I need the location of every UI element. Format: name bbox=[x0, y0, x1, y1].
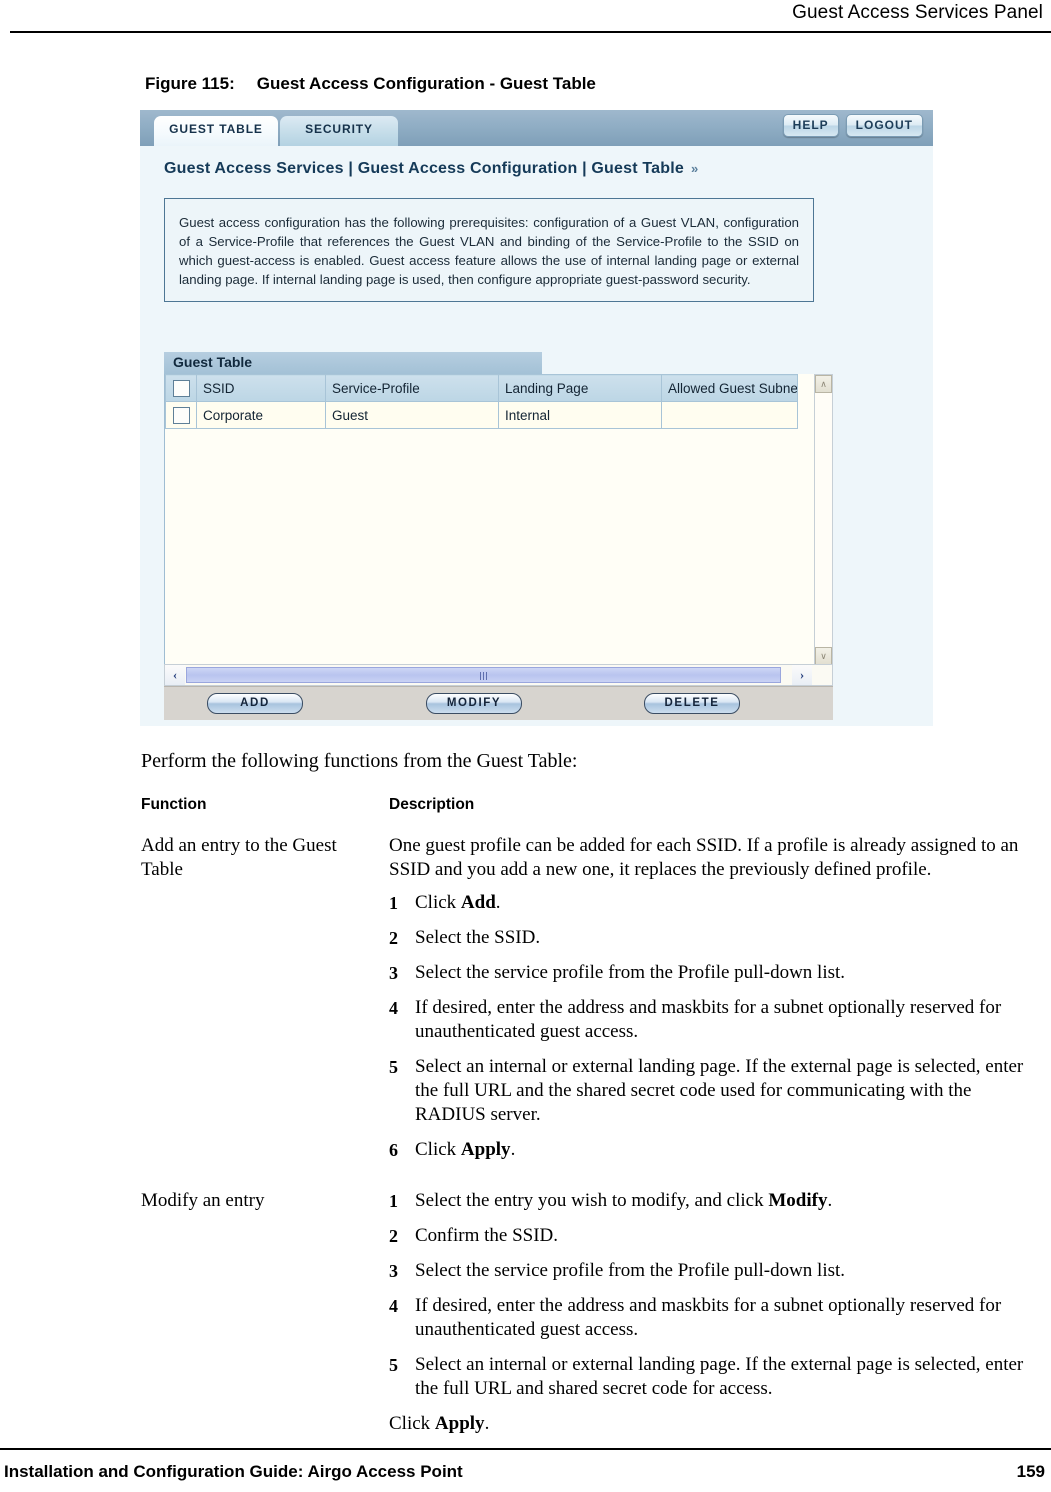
add-entry-intro: One guest profile can be added for each … bbox=[389, 835, 1019, 880]
page-running-head: Guest Access Services Panel bbox=[0, 0, 1051, 34]
functions-row-add-entry: Add an entry to the Guest Table One gues… bbox=[141, 834, 1041, 1173]
prerequisites-info-box: Guest access configuration has the follo… bbox=[164, 198, 814, 302]
function-description-modify-entry: Select the entry you wish to modify, and… bbox=[389, 1189, 1041, 1436]
column-header-landing-page: Landing Page bbox=[498, 374, 662, 402]
list-item: Select an internal or external landing p… bbox=[389, 1055, 1024, 1125]
header-function: Function bbox=[141, 796, 207, 813]
header-divider bbox=[10, 31, 1051, 33]
cell-service-profile: Guest bbox=[325, 401, 499, 429]
column-header-allowed-guest-subnet: Allowed Guest Subnet bbox=[661, 374, 798, 402]
list-item: Select an internal or external landing p… bbox=[389, 1353, 1024, 1399]
scroll-left-arrow-icon[interactable]: ‹ bbox=[165, 665, 185, 685]
list-item: Click Add. bbox=[389, 891, 501, 915]
list-item: Select the SSID. bbox=[389, 926, 541, 950]
double-chevron-right-icon: » bbox=[691, 161, 698, 176]
footer-guide-title: Installation and Configuration Guide: Ai… bbox=[4, 1462, 463, 1481]
horizontal-scroll-thumb[interactable] bbox=[186, 667, 781, 683]
step-emphasis-add: Add bbox=[460, 892, 496, 913]
trailing-emphasis-apply: Apply bbox=[434, 1413, 485, 1434]
footer-divider bbox=[0, 1448, 1051, 1450]
table-row[interactable]: Corporate Guest Internal bbox=[165, 401, 798, 429]
modify-button[interactable]: MODIFY bbox=[426, 693, 522, 714]
functions-row-modify-entry: Modify an entry Select the entry you wis… bbox=[141, 1189, 1041, 1436]
figure-number: Figure 115: bbox=[145, 74, 235, 93]
app-top-buttons: HELP LOGOUT bbox=[782, 114, 923, 137]
horizontal-scrollbar[interactable]: ‹ › bbox=[164, 664, 833, 686]
modify-entry-trailing-line: Click Apply. bbox=[389, 1413, 490, 1434]
function-name-add-entry: Add an entry to the Guest Table bbox=[141, 835, 337, 880]
add-entry-steps: Click Add. Select the SSID. Select the s… bbox=[389, 891, 1041, 1162]
help-button[interactable]: HELP bbox=[782, 114, 839, 137]
add-button[interactable]: ADD bbox=[207, 693, 303, 714]
scroll-thumb-grip-icon bbox=[479, 672, 488, 680]
action-button-bar: ADD MODIFY DELETE bbox=[164, 686, 833, 720]
guest-access-panel-screenshot: GUEST TABLE SECURITY HELP LOGOUT Guest A… bbox=[140, 110, 933, 726]
row-select-cell[interactable] bbox=[165, 401, 197, 429]
breadcrumb: Guest Access Services | Guest Access Con… bbox=[164, 160, 698, 178]
modify-entry-steps: Select the entry you wish to modify, and… bbox=[389, 1189, 1041, 1401]
tab-guest-table[interactable]: GUEST TABLE bbox=[154, 116, 278, 146]
functions-table-header: Function Description bbox=[141, 796, 1041, 814]
select-all-checkbox[interactable] bbox=[172, 379, 190, 397]
function-description-add-entry: One guest profile can be added for each … bbox=[389, 834, 1041, 1173]
app-tab-bar: GUEST TABLE SECURITY HELP LOGOUT bbox=[140, 110, 933, 146]
scroll-up-arrow-icon[interactable]: ∧ bbox=[815, 375, 832, 393]
list-item: Click Apply. bbox=[389, 1138, 516, 1162]
functions-table: Function Description Add an entry to the… bbox=[141, 796, 1041, 1436]
scroll-right-arrow-icon[interactable]: › bbox=[792, 665, 812, 685]
cell-ssid: Corporate bbox=[196, 401, 326, 429]
figure-caption: Figure 115: Guest Access Configuration - … bbox=[145, 74, 596, 94]
delete-button[interactable]: DELETE bbox=[644, 693, 740, 714]
vertical-scrollbar[interactable]: ∧ ∨ bbox=[814, 374, 833, 666]
intro-paragraph: Perform the following functions from the… bbox=[141, 750, 578, 772]
scroll-down-arrow-icon[interactable]: ∨ bbox=[815, 647, 832, 665]
function-name-modify-entry: Modify an entry bbox=[141, 1190, 265, 1211]
figure-title: Guest Access Configuration - Guest Table bbox=[256, 74, 596, 93]
guest-table-title: Guest Table bbox=[164, 352, 542, 374]
list-item: Select the service profile from the Prof… bbox=[389, 961, 846, 985]
guest-table-container: SSID Service-Profile Landing Page Allowe… bbox=[164, 374, 816, 667]
cell-allowed-guest-subnet bbox=[661, 401, 798, 429]
step-emphasis-modify: Modify bbox=[768, 1190, 828, 1211]
table-header-row: SSID Service-Profile Landing Page Allowe… bbox=[165, 374, 798, 402]
column-header-service-profile: Service-Profile bbox=[325, 374, 499, 402]
select-all-cell[interactable] bbox=[165, 374, 197, 402]
column-header-ssid: SSID bbox=[196, 374, 326, 402]
list-item: Confirm the SSID. bbox=[389, 1224, 559, 1248]
list-item: Select the service profile from the Prof… bbox=[389, 1259, 846, 1283]
list-item: If desired, enter the address and maskbi… bbox=[389, 996, 1002, 1042]
breadcrumb-path: Guest Access Services | Guest Access Con… bbox=[164, 160, 685, 177]
step-emphasis-apply: Apply bbox=[460, 1139, 511, 1160]
cell-landing-page: Internal bbox=[498, 401, 662, 429]
row-select-checkbox[interactable] bbox=[172, 406, 190, 424]
list-item: Select the entry you wish to modify, and… bbox=[389, 1189, 833, 1213]
guest-table: SSID Service-Profile Landing Page Allowe… bbox=[165, 374, 798, 429]
header-description: Description bbox=[389, 796, 475, 813]
logout-button[interactable]: LOGOUT bbox=[845, 114, 923, 137]
tab-security[interactable]: SECURITY bbox=[280, 116, 398, 146]
list-item: If desired, enter the address and maskbi… bbox=[389, 1294, 1002, 1340]
prerequisites-text: Guest access configuration has the follo… bbox=[179, 215, 799, 287]
running-head-title: Guest Access Services Panel bbox=[792, 2, 1043, 23]
footer-page-number: 159 bbox=[1016, 1462, 1045, 1481]
